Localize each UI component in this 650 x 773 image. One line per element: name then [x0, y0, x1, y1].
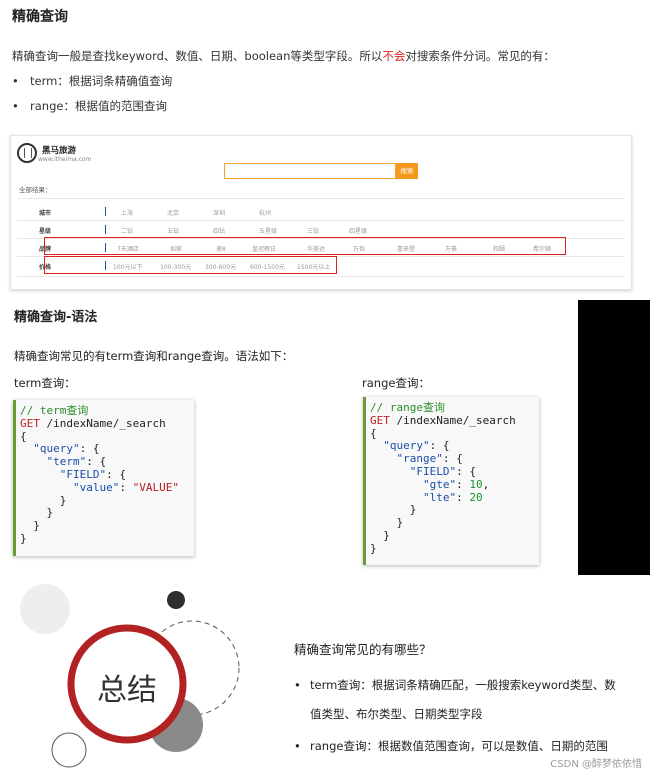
code-path: /indexName/_search	[396, 413, 516, 427]
site-brand: 黑马旅游	[42, 146, 77, 156]
filter-option[interactable]: 三钻	[307, 226, 319, 235]
bullet-text: range查询：根据数值范围查询，可以是数值、日期的范围	[310, 739, 608, 753]
bullet-dot-icon: •	[12, 74, 19, 88]
bullet-dot-icon: •	[12, 99, 19, 113]
site-url: www.itheima.com	[38, 156, 92, 163]
summary-bullet: • range查询：根据数值范围查询，可以是数值、日期的范围	[294, 738, 608, 754]
divider	[105, 207, 106, 216]
bullet-text: term查询：根据词条精确匹配，一般搜索keyword类型、数	[310, 678, 616, 692]
code-key: "query"	[383, 439, 430, 453]
filter-option[interactable]: 杭州	[259, 208, 271, 217]
filter-option[interactable]: 二钻	[121, 226, 133, 235]
summary-bullet-continuation: 值类型、布尔类型、日期类型字段	[310, 707, 483, 721]
code-value: 20	[469, 490, 483, 504]
intro-text-a: 精确查询一般是查找keyword、数值、日期、boolean等类型字段。所以	[12, 49, 383, 63]
watermark: CSDN @醉梦依依惜	[550, 759, 642, 770]
filter-row-city: 城市 上海 北京 深圳 杭州	[17, 202, 627, 222]
range-label: range查询：	[362, 376, 430, 390]
dark-dot-icon	[167, 591, 185, 609]
price-row-highlight	[44, 256, 337, 274]
filter-option[interactable]: 北京	[167, 208, 179, 217]
filter-option[interactable]: 五星级	[259, 226, 277, 235]
site-logo-icon	[17, 143, 37, 163]
divider	[105, 225, 106, 234]
bullet-item: • range：根据值的范围查询	[12, 98, 167, 114]
term-code-block: // term查询 GET /indexName/_search { "quer…	[13, 400, 194, 556]
summary-question: 精确查询常见的有哪些？	[294, 642, 432, 657]
slide-heading: 精确查询-语法	[14, 310, 98, 325]
search-button[interactable]: 搜索	[396, 163, 418, 179]
filter-option[interactable]: 上海	[121, 208, 133, 217]
summary-slide: 总结 精确查询常见的有哪些？ • term查询：根据词条精确匹配，一般搜索keyw…	[0, 575, 650, 773]
filter-option[interactable]: 五钻	[167, 226, 179, 235]
term-label: term查询：	[14, 376, 76, 390]
filter-option[interactable]: 四星级	[349, 226, 367, 235]
code-key: "range"	[396, 452, 443, 466]
filter-option[interactable]: 深圳	[213, 208, 225, 217]
code-key: "query"	[33, 442, 80, 456]
filter-label: 城市	[39, 210, 52, 217]
all-results-label: 全部结果：	[19, 186, 52, 194]
bullet-text: term：根据词条精确值查询	[30, 74, 173, 88]
code-key: "FIELD"	[59, 467, 107, 481]
code-path: /indexName/_search	[46, 416, 166, 430]
light-circle-icon	[20, 584, 70, 634]
filter-label: 星级	[39, 228, 52, 235]
code-key: "gte"	[422, 477, 457, 491]
code-key: "lte"	[422, 490, 457, 504]
code-method: GET	[20, 416, 40, 430]
range-code-block: // range查询 GET /indexName/_search { "que…	[363, 397, 539, 565]
bullet-item: • term：根据词条精确值查询	[12, 73, 172, 89]
divider	[17, 198, 625, 199]
brand-row-highlight	[44, 237, 566, 255]
intro-text-red: 不会	[382, 49, 406, 63]
code-value: 10	[469, 477, 483, 491]
hotel-site-screenshot: 黑马旅游 www.itheima.com 搜索 全部结果： 城市 上海 北京 深…	[10, 135, 632, 290]
bullet-dot-icon: •	[294, 739, 301, 753]
code-key: "value"	[72, 480, 120, 494]
outline-circle-icon	[51, 732, 87, 768]
syntax-slide: 精确查询-语法 精确查询常见的有term查询和range查询。语法如下： ter…	[0, 298, 578, 575]
code-value: "VALUE"	[132, 480, 179, 494]
summary-title: 总结	[97, 673, 157, 708]
code-comment: // range查询	[370, 401, 445, 414]
summary-bullet: • term查询：根据词条精确匹配，一般搜索keyword类型、数	[294, 677, 616, 693]
filter-option[interactable]: 四钻	[213, 226, 225, 235]
divider	[17, 276, 625, 277]
code-key: "term"	[46, 455, 87, 469]
code-key: "FIELD"	[409, 464, 457, 478]
intro-text-b: 对搜索条件分词。常见的有：	[405, 49, 555, 63]
code-comment: // term查询	[20, 404, 89, 417]
slide-heading: 精确查询	[12, 9, 68, 25]
bullet-dot-icon: •	[294, 678, 301, 692]
slide-intro: 精确查询常见的有term查询和range查询。语法如下：	[14, 349, 294, 363]
slide-intro: 精确查询一般是查找keyword、数值、日期、boolean等类型字段。所以不会…	[12, 48, 555, 64]
search-input[interactable]	[224, 163, 396, 179]
exact-query-slide: 精确查询 精确查询一般是查找keyword、数值、日期、boolean等类型字段…	[0, 0, 650, 300]
code-method: GET	[370, 413, 390, 427]
bullet-text: range：根据值的范围查询	[30, 99, 167, 113]
